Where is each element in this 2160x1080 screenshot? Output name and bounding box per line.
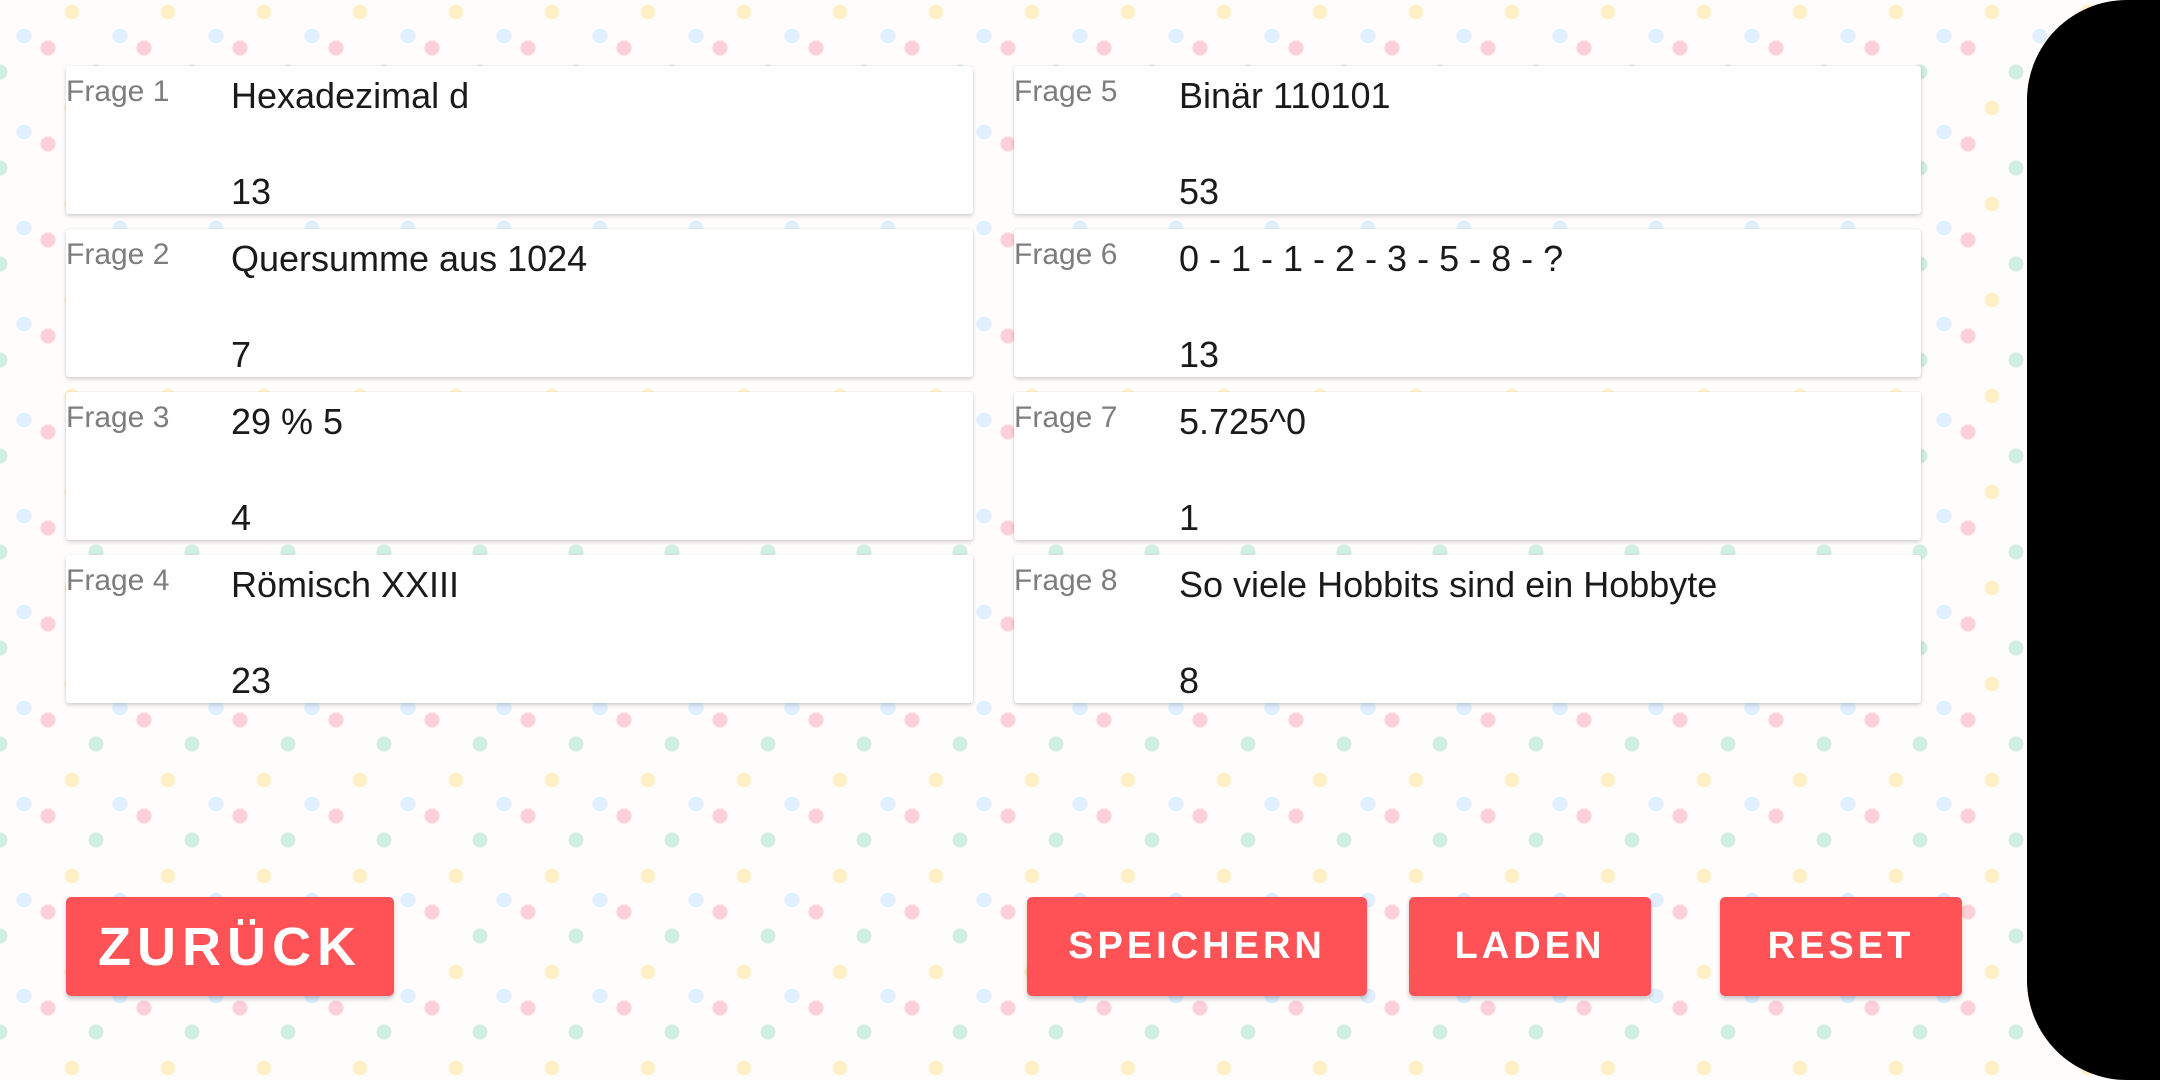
question-text: Quersumme aus 1024 [231, 238, 588, 279]
question-label: Frage 3 [66, 401, 170, 434]
question-label: Frage 4 [66, 564, 170, 597]
question-text: 29 % 5 [231, 401, 344, 442]
question-text: Hexadezimal d [231, 75, 470, 116]
reset-button[interactable]: RESET [1720, 897, 1962, 996]
question-text: 0 - 1 - 1 - 2 - 3 - 5 - 8 - ? [1179, 238, 1564, 279]
question-text: Binär 110101 [1179, 75, 1391, 116]
answer-text[interactable]: 1 [1179, 496, 1199, 539]
back-button[interactable]: ZURÜCK [66, 897, 394, 996]
question-label: Frage 8 [1014, 564, 1118, 597]
question-card-1: Frage 1 Hexadezimal d 13 [66, 66, 973, 214]
question-label: Frage 5 [1014, 75, 1118, 108]
question-text: 5.725^0 [1179, 401, 1307, 442]
question-label: Frage 1 [66, 75, 170, 108]
question-card-6: Frage 6 0 - 1 - 1 - 2 - 3 - 5 - 8 - ? 13 [1014, 229, 1921, 377]
answer-text[interactable]: 23 [231, 659, 271, 702]
question-label: Frage 6 [1014, 238, 1118, 271]
app-screen: Frage 1 Hexadezimal d 13 Frage 2 Quersum… [0, 0, 2160, 1080]
question-card-8: Frage 8 So viele Hobbits sind ein Hobbyt… [1014, 555, 1921, 703]
question-card-7: Frage 7 5.725^0 1 [1014, 392, 1921, 540]
answer-text[interactable]: 8 [1179, 659, 1199, 702]
question-text: So viele Hobbits sind ein Hobbyte [1179, 564, 1718, 605]
question-card-3: Frage 3 29 % 5 4 [66, 392, 973, 540]
question-card-4: Frage 4 Römisch XXIII 23 [66, 555, 973, 703]
answer-text[interactable]: 53 [1179, 170, 1219, 213]
question-text: Römisch XXIII [231, 564, 460, 605]
answer-text[interactable]: 7 [231, 333, 251, 376]
question-card-2: Frage 2 Quersumme aus 1024 7 [66, 229, 973, 377]
answer-text[interactable]: 13 [1179, 333, 1219, 376]
question-label: Frage 7 [1014, 401, 1118, 434]
question-card-5: Frage 5 Binär 110101 53 [1014, 66, 1921, 214]
load-button[interactable]: LADEN [1409, 897, 1651, 996]
save-button[interactable]: SPEICHERN [1027, 897, 1367, 996]
answer-text[interactable]: 13 [231, 170, 271, 213]
answer-text[interactable]: 4 [231, 496, 251, 539]
question-label: Frage 2 [66, 238, 170, 271]
device-bezel [2027, 0, 2160, 1080]
